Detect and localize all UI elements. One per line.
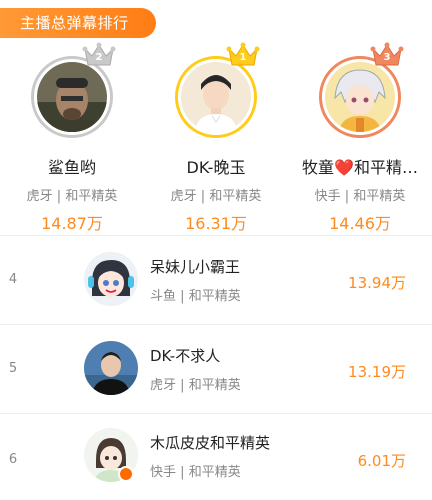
streamer-name: 鲨鱼哟	[47, 158, 96, 177]
streamer-platform-game: 虎牙 | 和平精英	[150, 374, 241, 393]
avatar-ring-gold: 1	[175, 42, 260, 138]
game-label: 和平精英	[188, 465, 241, 480]
platform-label: 快手	[314, 189, 341, 204]
streamer-platform-game: 虎牙 | 和平精英	[0, 185, 144, 204]
streamer-platform-game: 斗鱼 | 和平精英	[150, 285, 241, 304]
avatar	[84, 341, 138, 395]
platform-label: 快手	[150, 465, 177, 480]
list-item-rank-4[interactable]: 4 呆妹儿小霸王 斗鱼 | 和平精英 13.94万	[0, 236, 432, 324]
list-item-rank-5[interactable]: 5 DK-不求人 虎牙 | 和平精英 13.19万	[0, 325, 432, 413]
podium-item-rank-1[interactable]: 1 DK-晚玉 虎牙 | 和平精英 16.31万	[144, 42, 288, 234]
danmaku-count: 13.19万	[348, 363, 406, 381]
platform-label: 斗鱼	[150, 289, 177, 304]
streamer-name: DK-晚玉	[186, 158, 246, 177]
streamer-name: 木瓜皮皮和平精英	[150, 434, 271, 452]
bronze-crown-icon: 3	[370, 41, 404, 69]
podium-item-rank-2[interactable]: 2 鲨鱼哟 虎牙 | 和平精英 14.87万	[0, 42, 144, 234]
separator: |	[180, 378, 185, 393]
avatar	[37, 62, 107, 132]
avatar	[84, 252, 138, 306]
separator: |	[200, 189, 206, 204]
game-label: 和平精英	[65, 189, 118, 204]
avatar	[181, 62, 251, 132]
crown-rank-number: 1	[239, 52, 247, 63]
streamer-name: 牧童❤️和平精…	[302, 158, 418, 177]
game-label: 和平精英	[188, 378, 241, 393]
danmaku-ranking-page: 主播总弹幕排行 2 鲨鱼哟 虎牙 | 和平精英 14.87万 1 DK-晚玉 虎…	[0, 0, 432, 500]
danmaku-count: 14.87万	[41, 214, 103, 233]
avatar	[325, 62, 395, 132]
verified-badge-icon	[118, 466, 134, 482]
platform-label: 虎牙	[150, 378, 177, 393]
game-label: 和平精英	[188, 289, 241, 304]
streamer-platform-game: 虎牙 | 和平精英	[144, 185, 288, 204]
rank-number: 5	[8, 361, 18, 376]
danmaku-count: 13.94万	[348, 274, 406, 292]
platform-label: 虎牙	[170, 189, 197, 204]
podium-item-rank-3[interactable]: 3 牧童❤️和平精… 快手 | 和平精英 14.46万	[288, 42, 432, 234]
danmaku-count: 14.46万	[329, 214, 391, 233]
streamer-platform-game: 快手 | 和平精英	[288, 185, 432, 204]
game-label: 和平精英	[209, 189, 262, 204]
list-item-rank-6[interactable]: 6 木瓜皮皮和平精英 快手 | 和平精英 6.01万	[0, 414, 432, 500]
danmaku-count: 6.01万	[357, 452, 406, 470]
game-label: 和平精英	[353, 189, 406, 204]
separator: |	[180, 289, 185, 304]
streamer-platform-game: 快手 | 和平精英	[150, 461, 241, 480]
crown-rank-number: 3	[383, 52, 391, 63]
ranking-title: 主播总弹幕排行	[0, 8, 156, 38]
avatar-ring-silver: 2	[31, 42, 116, 138]
gold-crown-icon: 1	[226, 41, 260, 69]
rank-number: 6	[8, 452, 18, 467]
rank-number: 4	[8, 272, 18, 287]
separator: |	[180, 465, 185, 480]
silver-crown-icon: 2	[82, 41, 116, 69]
streamer-name: 呆妹儿小霸王	[150, 258, 241, 276]
top-three-podium: 2 鲨鱼哟 虎牙 | 和平精英 14.87万 1 DK-晚玉 虎牙 | 和平精英…	[0, 42, 432, 233]
separator: |	[344, 189, 350, 204]
platform-label: 虎牙	[26, 189, 53, 204]
crown-rank-number: 2	[95, 52, 103, 63]
danmaku-count: 16.31万	[185, 214, 247, 233]
separator: |	[56, 189, 62, 204]
streamer-name: DK-不求人	[150, 347, 221, 365]
avatar-ring-bronze: 3	[319, 42, 404, 138]
